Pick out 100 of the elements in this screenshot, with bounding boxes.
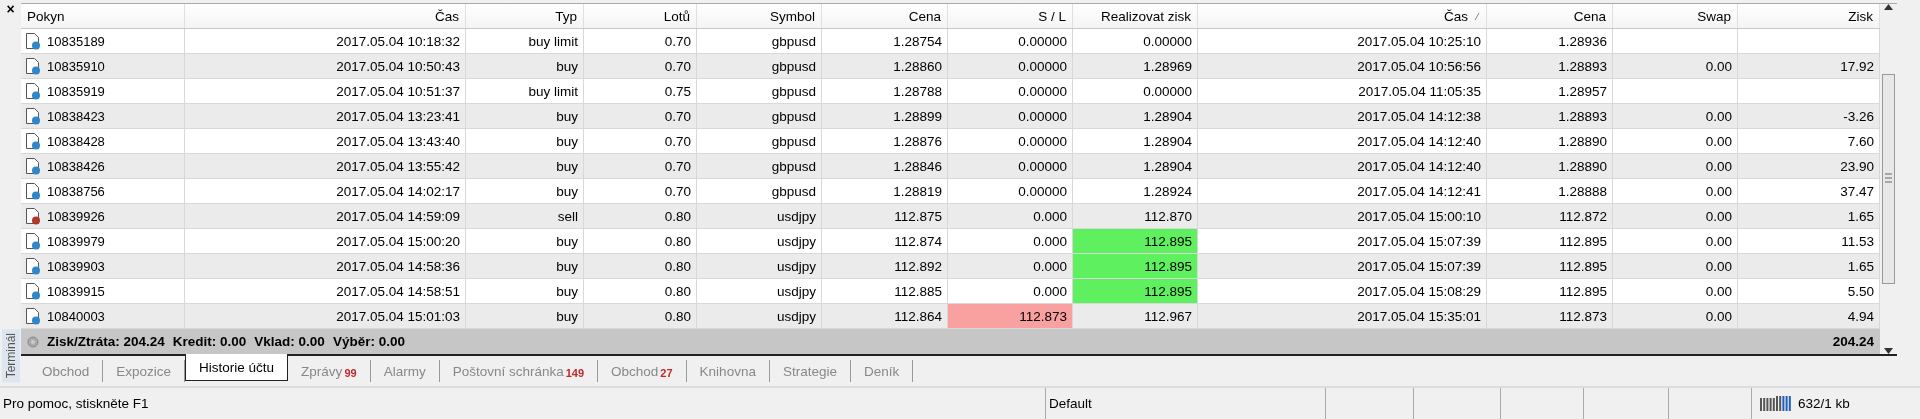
table-cell: 2017.05.04 13:23:41 — [336, 108, 460, 124]
panel-title: Terminál — [1, 328, 20, 382]
table-cell: usdjpy — [776, 283, 816, 299]
order-document-icon — [25, 207, 41, 225]
tab[interactable]: Historie účtu — [185, 354, 289, 381]
table-cell: 10835189 — [47, 33, 105, 49]
table-cell: gbpusd — [771, 183, 816, 199]
table-cell: 0.00 — [1705, 183, 1732, 199]
table-cell: buy — [556, 308, 578, 324]
table-cell: 0.00000 — [948, 54, 1073, 78]
table-cell: 112.885 — [894, 283, 942, 299]
tab[interactable]: Zprávy 99 — [288, 360, 371, 382]
table-cell: 0.00 — [1705, 233, 1732, 249]
order-document-icon — [25, 107, 41, 125]
column-header[interactable]: Typ — [466, 4, 584, 28]
table-cell: 1.28893 — [1558, 108, 1607, 124]
scroll-thumb-icon[interactable] — [1882, 74, 1895, 284]
table-cell: 0.00 — [1705, 283, 1732, 299]
table-cell: 1.28846 — [893, 158, 942, 174]
signal-bars-icon — [1760, 396, 1792, 411]
table-cell: 2017.05.04 14:12:38 — [1357, 108, 1481, 124]
table-cell: gbpusd — [771, 33, 816, 49]
table-cell: 1.28788 — [893, 83, 942, 99]
table-cell: 10835919 — [47, 83, 105, 99]
table-cell: 112.895 — [1559, 233, 1607, 249]
table-cell: 112.895 — [1559, 258, 1607, 274]
table-cell: 112.895 — [1073, 254, 1198, 278]
table-cell: 2017.05.04 14:02:17 — [336, 183, 460, 199]
scroll-down-icon[interactable] — [1884, 348, 1893, 354]
table-cell: usdjpy — [776, 308, 816, 324]
table-cell: 0.80 — [664, 308, 691, 324]
table-cell: 112.873 — [948, 304, 1073, 328]
table-cell: 112.895 — [1073, 229, 1198, 253]
table-cell: usdjpy — [776, 258, 816, 274]
table-cell: 112.872 — [1559, 208, 1607, 224]
table-cell: buy — [556, 183, 578, 199]
column-header[interactable]: Swap — [1613, 4, 1738, 28]
table-cell: 1.65 — [1847, 208, 1874, 224]
table-cell: 1.28936 — [1558, 33, 1607, 49]
table-cell: 0.75 — [664, 83, 691, 99]
table-cell: 2017.05.04 14:12:40 — [1357, 158, 1481, 174]
table-cell: 0.70 — [664, 158, 691, 174]
table-cell: 0.00 — [1705, 58, 1732, 74]
column-header[interactable]: Čas — [1198, 4, 1487, 28]
column-header[interactable]: Lotů — [584, 4, 697, 28]
table-cell: 112.875 — [894, 208, 942, 224]
table-cell: 1.28888 — [1558, 183, 1607, 199]
summary-icon — [27, 335, 39, 348]
table-cell: 0.70 — [664, 108, 691, 124]
table-cell: 10839915 — [47, 283, 105, 299]
column-header[interactable]: Zisk — [1738, 4, 1880, 28]
table-cell: 2017.05.04 15:08:29 — [1357, 283, 1481, 299]
summary-text: Zisk/Ztráta: 204.24 — [47, 334, 165, 349]
table-cell: 0.70 — [664, 58, 691, 74]
close-button[interactable]: × — [6, 0, 15, 18]
table-cell: gbpusd — [771, 83, 816, 99]
table-cell: 112.967 — [1073, 304, 1198, 328]
table-cell: 1.28754 — [893, 33, 942, 49]
table-cell: gbpusd — [771, 133, 816, 149]
table-cell: 7.60 — [1847, 133, 1874, 149]
summary-text: Kredit: 0.00 — [172, 334, 247, 349]
table-cell: 1.28904 — [1073, 104, 1198, 128]
table-cell: 112.892 — [894, 258, 942, 274]
table-cell: 2017.05.04 13:43:40 — [336, 133, 460, 149]
table-cell: 0.00 — [1705, 108, 1732, 124]
table-cell: buy — [556, 258, 578, 274]
column-header[interactable]: Realizovat zisk — [1073, 4, 1198, 28]
table-cell: 1.28890 — [1558, 133, 1607, 149]
tab[interactable]: Obchod27 — [598, 360, 687, 382]
column-header[interactable]: Cena — [822, 4, 948, 28]
table-cell: 0.00000 — [948, 79, 1073, 103]
tab-count: 149 — [565, 367, 585, 379]
table-cell: buy — [556, 283, 578, 299]
order-document-icon — [25, 182, 41, 200]
column-header[interactable]: Cena — [1487, 4, 1613, 28]
table-cell: buy limit — [528, 83, 578, 99]
tab[interactable]: Poštovní schránka149 — [439, 360, 599, 382]
summary-total: 204.24 — [1832, 334, 1874, 349]
column-header[interactable]: Čas — [185, 4, 466, 28]
column-header[interactable]: S / L — [948, 4, 1073, 28]
order-document-icon — [25, 32, 41, 50]
table-cell: 2017.05.04 10:56:56 — [1357, 58, 1481, 74]
table-cell: 10838423 — [47, 108, 105, 124]
table-cell: usdjpy — [776, 208, 816, 224]
table-cell: 2017.05.04 15:01:03 — [336, 308, 460, 324]
order-document-icon — [25, 257, 41, 275]
table-cell: buy — [556, 108, 578, 124]
table-cell: 2017.05.04 14:58:36 — [336, 258, 460, 274]
column-header[interactable]: Pokyn — [21, 4, 185, 28]
table-cell: 0.70 — [664, 183, 691, 199]
order-document-icon — [25, 307, 41, 325]
table-cell: 0.80 — [664, 283, 691, 299]
table-cell: buy — [556, 58, 578, 74]
table-cell: 10838426 — [47, 158, 105, 174]
table-cell: 1.28890 — [1558, 158, 1607, 174]
sort-icon — [1474, 11, 1480, 21]
summary-text: Vklad: 0.00 — [254, 334, 325, 349]
scroll-up-icon[interactable] — [1884, 4, 1893, 10]
column-header[interactable]: Symbol — [697, 4, 822, 28]
scrollbar[interactable] — [1880, 4, 1897, 354]
